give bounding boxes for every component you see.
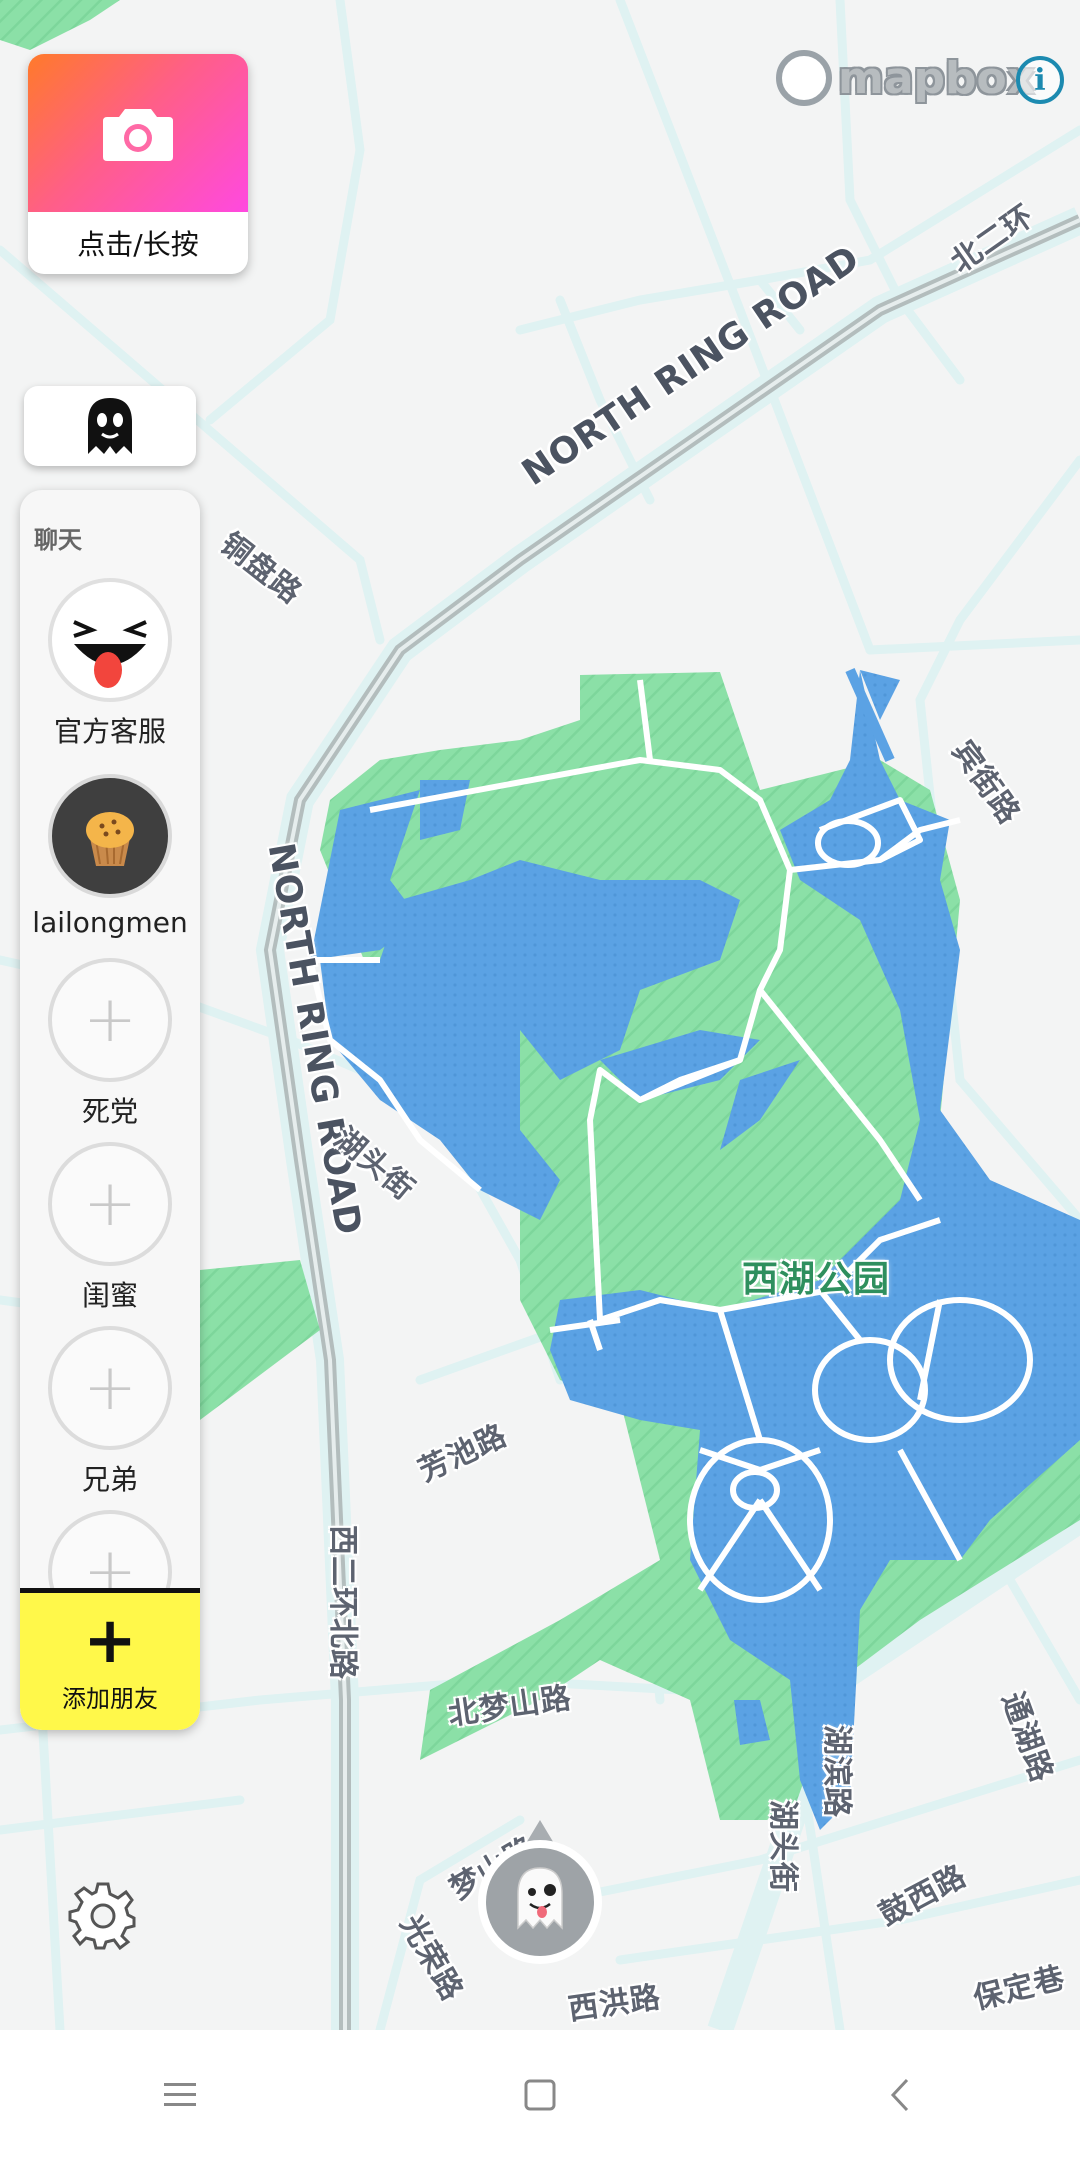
contact-slot-guimi[interactable]: + 闺蜜 <box>20 1142 200 1314</box>
add-friend-label: 添加朋友 <box>62 1685 158 1713</box>
chat-panel: 聊天 官方客服 lailongmen + 死党 + 闺蜜 + 兄弟 + + 添加… <box>20 490 200 1730</box>
gear-icon[interactable] <box>68 1880 138 1950</box>
camera-label: 点击/长按 <box>77 228 199 261</box>
user-location-marker[interactable] <box>472 1818 608 1968</box>
contact-name: 兄弟 <box>81 1463 138 1496</box>
camera-capture-button[interactable]: 点击/长按 <box>28 54 248 274</box>
plus-icon: + <box>48 1142 172 1266</box>
muffin-icon <box>86 812 134 866</box>
contact-name: 死党 <box>81 1095 138 1128</box>
map-label-xihu-park: 西湖公园 <box>742 1259 891 1300</box>
mapbox-logo: mapbox <box>776 50 1035 106</box>
add-plus-icon: + <box>83 1604 137 1678</box>
plus-icon: + <box>48 1326 172 1450</box>
camera-icon <box>103 109 173 161</box>
menu-button[interactable] <box>140 2055 220 2135</box>
chat-title: 聊天 <box>34 526 82 554</box>
attribution-info-button[interactable]: i <box>1016 56 1064 104</box>
home-square-icon <box>524 2079 556 2111</box>
plus-icon: + <box>48 958 172 1082</box>
camera-gradient-area <box>28 54 248 212</box>
laughing-face-icon <box>60 590 160 690</box>
add-friend-button[interactable]: + 添加朋友 <box>20 1588 200 1730</box>
system-navigation-bar <box>0 2030 1080 2160</box>
home-button[interactable] <box>500 2055 580 2135</box>
contact-official-support[interactable]: 官方客服 <box>20 578 200 750</box>
contact-name: 官方客服 <box>53 715 166 748</box>
back-chevron-icon <box>890 2078 909 2112</box>
muffin-avatar <box>48 774 172 898</box>
mapbox-mark-icon <box>776 50 832 106</box>
map-label-xi-er-huan-bei-lu: 西二环北路 <box>325 1525 360 1680</box>
map-label-hu-bin-lu: 湖滨路 <box>819 1725 854 1818</box>
map-label-hu-tou-jie-2: 湖头街 <box>765 1800 800 1893</box>
menu-icon <box>164 2083 196 2106</box>
contact-name: 闺蜜 <box>81 1279 138 1312</box>
ghost-icon <box>88 398 132 454</box>
laughing-face-avatar <box>48 578 172 702</box>
ghost-mode-button[interactable] <box>24 386 196 466</box>
contact-slot-xiongdi[interactable]: + 兄弟 <box>20 1326 200 1498</box>
mapbox-wordmark: mapbox <box>838 52 1036 104</box>
back-button[interactable] <box>860 2055 940 2135</box>
ghost-tongue-icon <box>517 1867 563 1930</box>
contact-name: lailongmen <box>32 906 188 939</box>
contact-lailongmen[interactable]: lailongmen <box>20 774 200 939</box>
contact-slot-sidang[interactable]: + 死党 <box>20 958 200 1130</box>
